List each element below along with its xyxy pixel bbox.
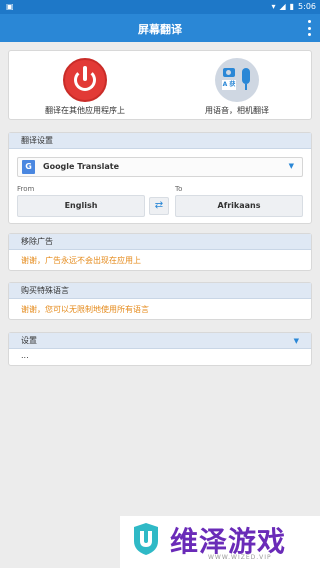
- swap-languages-icon[interactable]: ⇄: [149, 197, 169, 215]
- remove-ads-header: 移除广告: [9, 234, 311, 250]
- buy-languages-header: 购买特殊语言: [9, 283, 311, 299]
- watermark-logo-icon: [134, 523, 158, 555]
- translate-text-icon: A 获: [222, 80, 236, 90]
- engine-name: Google Translate: [43, 162, 120, 171]
- settings-card[interactable]: 设置 ▼ ...: [8, 332, 312, 366]
- overflow-menu-icon[interactable]: [306, 20, 312, 36]
- engine-dropdown[interactable]: G Google Translate ▼: [17, 157, 303, 177]
- translation-settings-card: 翻译设置 G Google Translate ▼ From To Englis…: [8, 132, 312, 224]
- dropdown-arrow-icon: ▼: [288, 162, 294, 170]
- app-title: 屏幕翻译: [138, 23, 182, 36]
- status-time: 5:06: [298, 2, 316, 11]
- voice-camera-label[interactable]: 用语音，相机翻译: [205, 105, 269, 116]
- buy-languages-text: 谢谢，您可以无限制地使用所有语言: [21, 305, 149, 314]
- wifi-icon: ▾: [271, 2, 276, 11]
- to-language-button[interactable]: Afrikaans: [175, 195, 303, 217]
- settings-title: 设置: [21, 336, 37, 345]
- status-bar: ▣ ▾ ◢ ▮ 5:06: [0, 0, 320, 14]
- battery-icon: ▮: [289, 2, 295, 11]
- translation-settings-header: 翻译设置: [9, 133, 311, 149]
- watermark: 维泽游戏 WWW.WIZED.VIP: [120, 516, 320, 568]
- expand-icon[interactable]: ▼: [294, 333, 299, 349]
- watermark-url: WWW.WIZED.VIP: [208, 554, 272, 561]
- settings-header: 设置 ▼: [9, 333, 311, 349]
- voice-camera-button[interactable]: A 获: [215, 58, 259, 102]
- microphone-icon: [242, 68, 250, 84]
- quick-actions-card: 翻译在其他应用程序上 A 获 用语音，相机翻译: [8, 50, 312, 120]
- power-button[interactable]: [63, 58, 107, 102]
- translate-over-apps-label[interactable]: 翻译在其他应用程序上: [45, 105, 125, 116]
- app-bar: 屏幕翻译: [0, 14, 320, 42]
- notification-icon: ▣: [6, 2, 14, 11]
- remove-ads-card[interactable]: 移除广告 谢谢，广告永远不会出现在应用上: [8, 233, 312, 271]
- from-label: From: [17, 185, 35, 193]
- settings-more: ...: [21, 351, 29, 360]
- from-language-button[interactable]: English: [17, 195, 145, 217]
- google-translate-icon: G: [22, 160, 35, 174]
- buy-languages-card[interactable]: 购买特殊语言 谢谢，您可以无限制地使用所有语言: [8, 282, 312, 320]
- camera-icon: [223, 68, 235, 77]
- remove-ads-text: 谢谢，广告永远不会出现在应用上: [21, 256, 141, 265]
- signal-icon: ◢: [279, 2, 286, 11]
- to-label: To: [175, 185, 183, 193]
